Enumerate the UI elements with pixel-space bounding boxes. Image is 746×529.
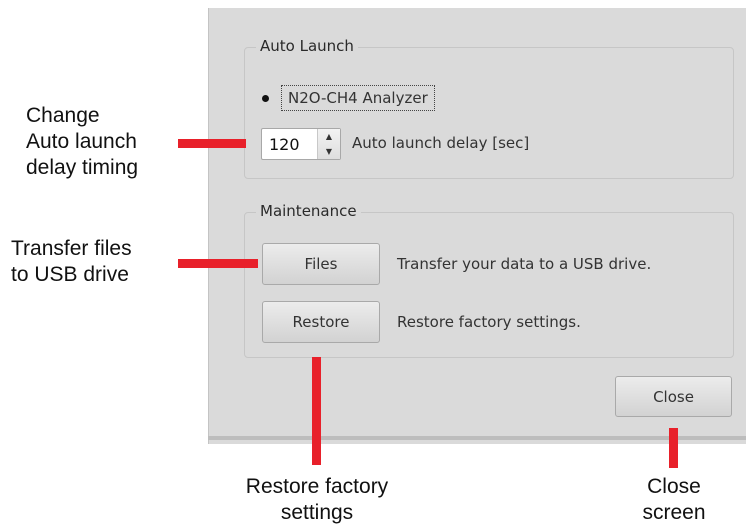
radio-selected-icon <box>262 94 269 102</box>
delay-label: Auto launch delay [sec] <box>352 134 530 152</box>
annotation-close: Close screen <box>624 474 724 526</box>
delay-value[interactable]: 120 <box>262 129 317 159</box>
annotation-close-pointer <box>669 428 678 468</box>
annotation-delay-line3: delay timing <box>26 156 139 179</box>
spin-down-icon[interactable]: ▼ <box>318 144 340 159</box>
annotation-restore: Restore factory settings <box>218 474 416 526</box>
annotation-transfer-line2: to USB drive <box>11 263 129 286</box>
spin-up-icon[interactable]: ▲ <box>318 129 340 144</box>
spin-buttons: ▲ ▼ <box>317 129 340 159</box>
annotation-transfer-line1: Transfer files <box>11 237 132 260</box>
annotation-restore-line1: Restore factory <box>245 475 389 498</box>
files-button[interactable]: Files <box>262 243 380 285</box>
dialog-shadow <box>208 436 746 440</box>
annotation-close-line2: screen <box>642 501 706 524</box>
annotation-transfer-pointer <box>178 259 258 268</box>
annotation-delay-line2: Auto launch <box>26 130 137 153</box>
restore-button[interactable]: Restore <box>262 301 380 343</box>
annotation-close-line1: Close <box>647 475 701 498</box>
annotation-delay-pointer <box>178 139 246 148</box>
annotation-restore-line2: settings <box>280 501 354 524</box>
files-description: Transfer your data to a USB drive. <box>397 255 652 273</box>
maintenance-title: Maintenance <box>256 202 361 220</box>
restore-description: Restore factory settings. <box>397 313 581 331</box>
annotation-delay: Change Auto launch delay timing <box>26 103 138 181</box>
analyzer-radio[interactable]: N2O-CH4 Analyzer <box>262 84 435 112</box>
annotation-restore-pointer <box>312 357 321 465</box>
delay-spinbox[interactable]: 120 ▲ ▼ <box>261 128 341 160</box>
analyzer-radio-label: N2O-CH4 Analyzer <box>281 85 435 111</box>
close-button[interactable]: Close <box>615 376 732 417</box>
annotation-transfer: Transfer files to USB drive <box>11 236 132 288</box>
annotation-delay-line1: Change <box>26 104 100 127</box>
auto-launch-title: Auto Launch <box>256 37 358 55</box>
